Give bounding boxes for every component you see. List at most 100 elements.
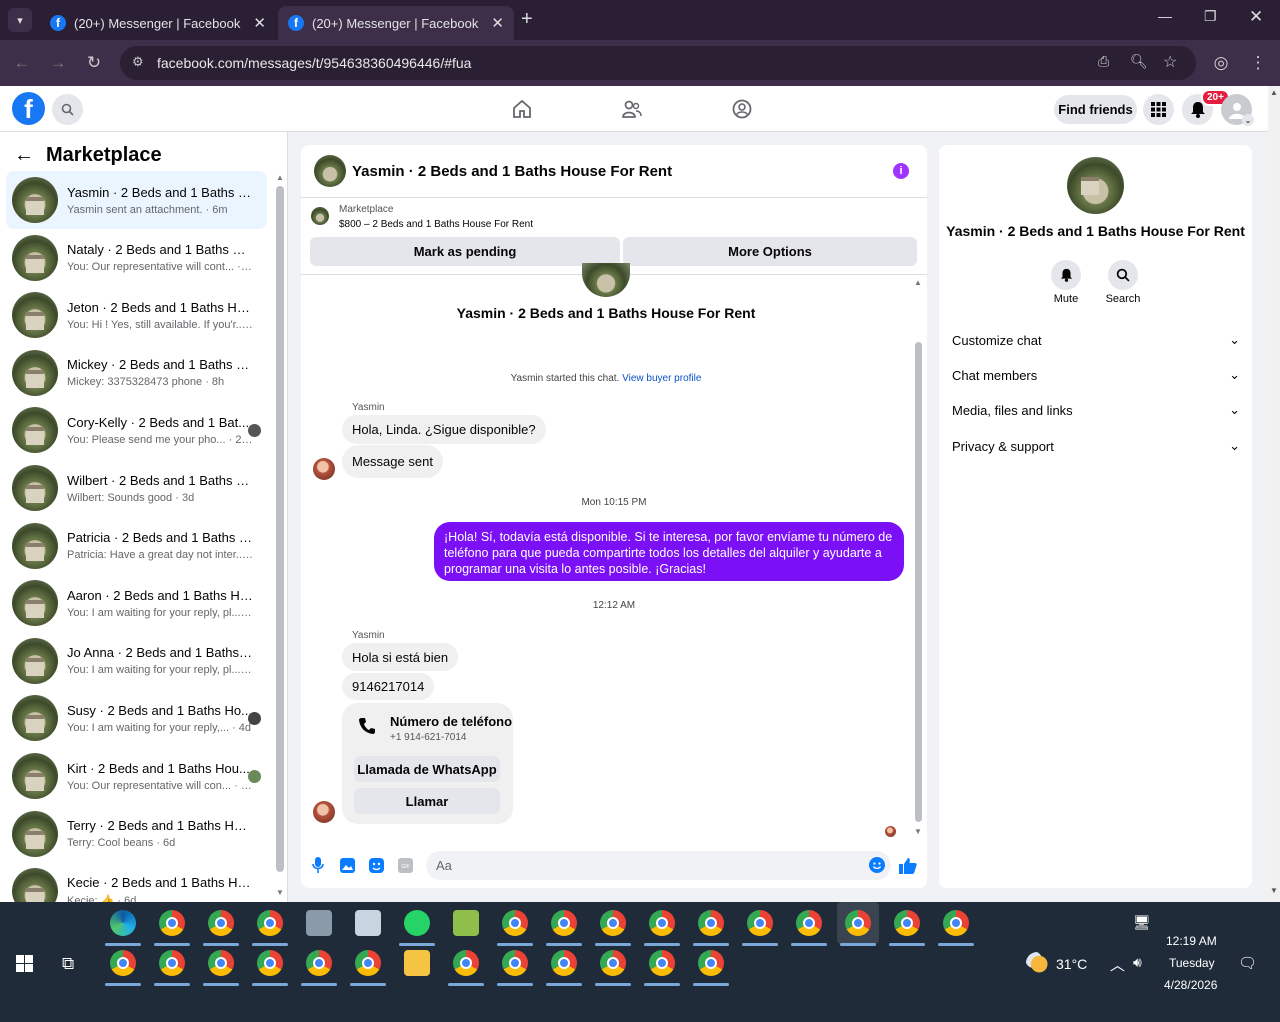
close-tab-icon[interactable]: ✕	[491, 14, 504, 32]
search-button[interactable]	[52, 94, 83, 125]
conversation-item[interactable]: Jo Anna · 2 Beds and 1 Baths Ho... You: I…	[6, 632, 267, 690]
find-friends-button[interactable]: Find friends	[1054, 95, 1137, 124]
facebook-logo-icon[interactable]: f	[12, 92, 45, 125]
conversation-item[interactable]: Kirt · 2 Beds and 1 Baths Hou... You: Our…	[6, 747, 267, 805]
conversation-item[interactable]: Yasmin · 2 Beds and 1 Baths Ho... Yasmin …	[6, 171, 267, 229]
chrome-profile-icon[interactable]	[110, 950, 136, 976]
task-view-icon[interactable]: ⧉	[62, 954, 74, 974]
outgoing-message[interactable]: ¡Hola! Sí, todavía está disponible. Si t…	[434, 522, 904, 581]
tray-chevron-up-icon[interactable]: ︿	[1110, 954, 1125, 975]
chrome-profile-icon[interactable]	[600, 910, 626, 936]
back-icon[interactable]: ←	[10, 51, 34, 75]
clock-date[interactable]: 4/28/2026	[1164, 978, 1217, 992]
temperature[interactable]: 31°C	[1056, 956, 1087, 972]
chrome-profile-icon[interactable]	[159, 950, 185, 976]
volume-icon[interactable]: 🔊︎	[1133, 954, 1142, 971]
address-bar[interactable]: ⚙ facebook.com/messages/t/95463836049644…	[120, 46, 1196, 80]
chrome-icon[interactable]	[159, 910, 185, 936]
conversation-item[interactable]: Wilbert · 2 Beds and 1 Baths Ho... Wilber…	[6, 459, 267, 517]
sender-avatar[interactable]	[313, 801, 335, 823]
chrome-profile-icon[interactable]	[698, 950, 724, 976]
explorer-app-icon[interactable]	[306, 910, 332, 936]
incoming-message[interactable]: Hola, Linda. ¿Sigue disponible?	[342, 415, 546, 444]
network-tray-icon[interactable]: 🖥︎	[1133, 914, 1151, 931]
more-options-button[interactable]: More Options	[623, 237, 917, 266]
conversation-item[interactable]: Cory-Kelly · 2 Beds and 1 Bat... You: Ple…	[6, 401, 267, 459]
chat-scroll-up-icon[interactable]: ▲	[914, 278, 922, 287]
account-chevron-icon[interactable]: ⌄	[1242, 114, 1254, 126]
conversation-item[interactable]: Aaron · 2 Beds and 1 Baths Hou... You: I …	[6, 574, 267, 632]
restore-button[interactable]: ❐	[1204, 8, 1217, 25]
chrome-profile-icon[interactable]	[600, 950, 626, 976]
incoming-message[interactable]: 9146217014	[342, 673, 435, 700]
browser-tab-1[interactable]: f (20+) Messenger | Facebook ✕	[40, 6, 276, 40]
chrome-profile-icon[interactable]	[894, 910, 920, 936]
new-tab-button[interactable]: +	[521, 8, 533, 31]
groups-nav-icon[interactable]	[729, 96, 755, 122]
page-scroll-down-icon[interactable]: ▼	[1270, 886, 1278, 895]
whatsapp-call-button[interactable]: Llamada de WhatsApp	[354, 756, 500, 782]
listing-profile-photo[interactable]	[1067, 157, 1124, 214]
reload-icon[interactable]: ↻	[82, 51, 106, 75]
scroll-up-arrow-icon[interactable]: ▲	[276, 173, 284, 182]
sender-avatar[interactable]	[313, 458, 335, 480]
close-window-button[interactable]: ✕	[1249, 7, 1263, 27]
back-arrow-icon[interactable]: ←	[14, 144, 34, 167]
chrome-profile-icon[interactable]	[208, 950, 234, 976]
search-in-chat-button[interactable]	[1108, 260, 1138, 290]
notepad-icon[interactable]	[453, 910, 479, 936]
chat-title[interactable]: Yasmin · 2 Beds and 1 Baths House For Re…	[352, 163, 672, 180]
weather-icon[interactable]	[1026, 952, 1048, 974]
gif-icon[interactable]: GIF	[396, 856, 414, 874]
media-files-links-section[interactable]: Media, files and links ⌄	[952, 402, 1240, 418]
friends-nav-icon[interactable]	[619, 96, 645, 122]
message-input[interactable]: Aa	[426, 851, 891, 880]
minimize-button[interactable]: —	[1158, 8, 1172, 24]
conversation-item[interactable]: Susy · 2 Beds and 1 Baths Ho... You: I am…	[6, 689, 267, 747]
incoming-message[interactable]: Hola si está bien	[342, 643, 459, 671]
browser-menu-icon[interactable]: ⋮	[1246, 51, 1270, 75]
chat-members-section[interactable]: Chat members ⌄	[952, 367, 1240, 383]
chrome-profile-icon[interactable]	[257, 950, 283, 976]
page-scrollbar[interactable]: ▲ ▼	[1268, 86, 1280, 902]
listing-thumbnail[interactable]	[311, 207, 329, 225]
thumbs-up-icon[interactable]	[899, 856, 917, 874]
tab-search-button[interactable]: ▾	[8, 8, 32, 32]
info-icon[interactable]: i	[893, 163, 909, 179]
chrome-profile-icon[interactable]	[551, 950, 577, 976]
chat-scroll-down-icon[interactable]: ▼	[914, 827, 922, 836]
chrome-profile-icon[interactable]	[453, 950, 479, 976]
chat-scrollbar[interactable]	[915, 342, 922, 822]
chrome-profile-icon[interactable]	[698, 910, 724, 936]
chrome-profile-icon[interactable]	[747, 910, 773, 936]
privacy-support-section[interactable]: Privacy & support ⌄	[952, 438, 1240, 454]
call-button[interactable]: Llamar	[354, 788, 500, 814]
notification-center-icon[interactable]: 🗨︎	[1238, 954, 1257, 972]
incoming-message[interactable]: Message sent	[342, 445, 443, 478]
chrome-profile-icon[interactable]	[355, 950, 381, 976]
home-nav-icon[interactable]	[509, 96, 535, 122]
close-tab-icon[interactable]: ✕	[253, 14, 266, 32]
conversation-item[interactable]: Patricia · 2 Beds and 1 Baths Ho... Patri…	[6, 517, 267, 575]
conversation-list-scrollbar[interactable]	[276, 186, 284, 872]
mute-button[interactable]	[1051, 260, 1081, 290]
chrome-profile-icon[interactable]	[796, 910, 822, 936]
install-app-icon[interactable]: ⎙	[1098, 53, 1109, 70]
zoom-icon[interactable]: 🔍︎	[1130, 53, 1148, 70]
edge-icon[interactable]	[110, 910, 136, 936]
conversation-item[interactable]: Terry · 2 Beds and 1 Baths Hous... Terry:…	[6, 805, 267, 863]
customize-chat-section[interactable]: Customize chat ⌄	[952, 332, 1240, 348]
photo-icon[interactable]	[338, 856, 356, 874]
chrome-profile-icon[interactable]	[649, 950, 675, 976]
browser-tab-2[interactable]: f (20+) Messenger | Facebook ✕	[278, 6, 514, 40]
start-windows-icon[interactable]	[16, 955, 33, 975]
bookmark-star-icon[interactable]: ☆	[1163, 52, 1177, 72]
mark-as-pending-button[interactable]: Mark as pending	[310, 237, 620, 266]
clock-time[interactable]: 12:19 AM	[1166, 934, 1217, 948]
conversation-item[interactable]: Nataly · 2 Beds and 1 Baths Hou... You: O…	[6, 229, 267, 287]
listing-price-title[interactable]: $800 – 2 Beds and 1 Baths House For Rent	[339, 219, 533, 230]
chrome-profile-icon[interactable]	[845, 910, 871, 936]
file-explorer-icon[interactable]	[404, 950, 430, 976]
site-info-icon[interactable]: ⚙	[132, 54, 144, 70]
chrome-profile-icon[interactable]	[257, 910, 283, 936]
